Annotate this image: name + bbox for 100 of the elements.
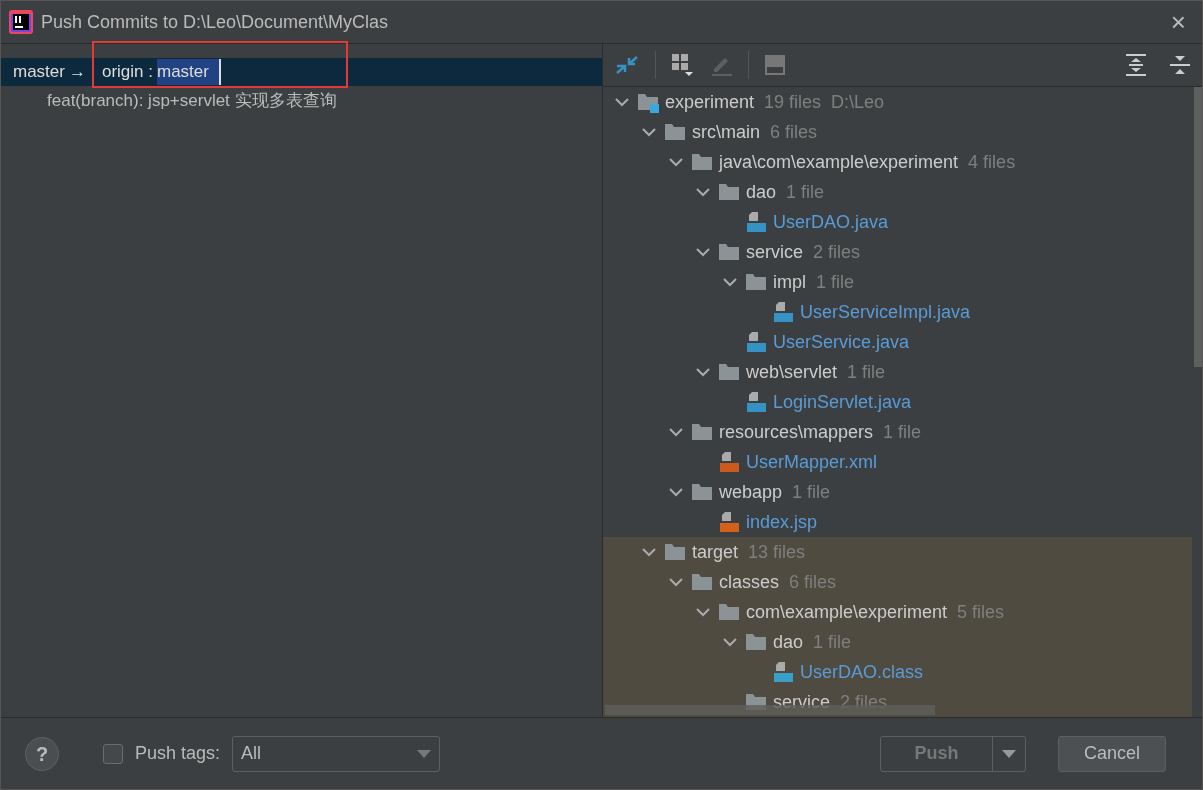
folder-name: java\com\example\experiment [719,150,959,174]
file-count: 6 files [770,120,818,144]
tree-row[interactable]: LoginServlet.java [603,387,1192,417]
file-count: 6 files [789,570,837,594]
chevron-icon[interactable] [669,157,683,167]
tree-row[interactable]: UserMapper.xml [603,447,1192,477]
window-title: Push Commits to D:\Leo\Document\MyClas [41,10,389,34]
close-button[interactable]: × [1162,9,1194,35]
file-count: 1 file [847,360,886,384]
file-count: 1 file [813,630,852,654]
folder-icon [718,361,740,383]
folder-name: com\example\experiment [746,600,948,624]
java-file-icon [745,331,767,353]
folder-icon [664,541,686,563]
folder-icon [691,151,713,173]
tags-dropdown[interactable]: All [232,735,441,772]
branch-input[interactable]: master [157,59,221,85]
vertical-scrollbar[interactable] [1194,87,1202,367]
push-tags-label: Push tags: [135,742,221,765]
chevron-icon[interactable] [696,607,710,617]
folder-name: classes [719,570,780,594]
folder-name: web\servlet [746,360,838,384]
tree-row[interactable]: service 2 files [603,237,1192,267]
chevron-icon[interactable] [642,127,656,137]
chevron-icon[interactable] [696,187,710,197]
collapse-all-icon[interactable] [1170,54,1190,76]
tree-row[interactable]: webapp 1 file [603,477,1192,507]
folder-name: resources\mappers [719,420,874,444]
file-count: 1 file [792,480,831,504]
chevron-icon[interactable] [696,247,710,257]
arrows-icon[interactable] [615,54,639,76]
class-file-icon [772,661,794,683]
file-count: 1 file [883,420,922,444]
file-count: 1 file [816,270,855,294]
chevron-icon[interactable] [669,577,683,587]
xml-file-icon [718,451,740,473]
checkbox[interactable] [103,743,123,764]
chevron-icon[interactable] [642,547,656,557]
folder-icon [691,481,713,503]
folder-name: webapp [719,480,783,504]
java-file-icon [745,211,767,233]
expand-all-icon[interactable] [1126,54,1146,76]
file-name: UserMapper.xml [746,450,878,474]
arrow-text: → [68,61,86,84]
window-icon[interactable] [765,55,785,75]
tree-row[interactable]: index.jsp [603,507,1192,537]
ignored-tree-row[interactable]: classes 6 files [603,567,1192,597]
tree-row[interactable]: UserDAO.java [603,207,1192,237]
file-name: UserService.java [773,330,910,354]
folder-name: impl [773,270,806,294]
tree-row[interactable]: resources\mappers 1 file [603,417,1192,447]
jsp-file-icon [718,511,740,533]
chevron-icon[interactable] [696,367,710,377]
folder-icon [718,181,740,203]
folder-name: dao [773,630,804,654]
java-file-icon [745,391,767,413]
app-logo-icon [9,10,33,34]
file-count: 1 file [786,180,825,204]
ignored-tree-row[interactable]: com\example\experiment 5 files [603,597,1192,627]
tree-row[interactable]: src\main 6 files [603,117,1192,147]
ignored-tree-row[interactable]: UserDAO.class [603,657,1192,687]
folder-icon [718,601,740,623]
folder-name: service [773,690,830,714]
tree-row[interactable]: impl 1 file [603,267,1192,297]
module-folder-icon [637,91,659,113]
chevron-icon[interactable] [669,427,683,437]
file-name: UserDAO.java [773,210,889,234]
grid-icon[interactable] [672,54,694,76]
folder-path: D:\Leo [831,90,885,114]
ignored-tree-row[interactable]: target 13 files [603,537,1192,567]
chevron-icon[interactable] [615,97,629,107]
caret-icon [417,749,432,758]
file-count: 13 files [748,540,806,564]
chevron-icon[interactable] [669,487,683,497]
help-button[interactable]: ? [25,736,59,771]
caret-icon[interactable] [1002,749,1016,758]
folder-icon [745,271,767,293]
cancel-button[interactable]: Cancel [1058,735,1166,772]
local-branch: master [13,61,65,84]
folder-name: service [746,240,803,264]
folder-icon [718,241,740,263]
tree-row[interactable]: dao 1 file [603,177,1192,207]
folder-name: dao [746,180,777,204]
file-count: 2 files [840,690,888,714]
tree-row[interactable]: experiment 19 files D:\Leo [603,87,1192,117]
chevron-icon[interactable] [723,637,737,647]
folder-icon [691,421,713,443]
tree-row[interactable]: UserServiceImpl.java [603,297,1192,327]
file-count: 19 files [764,90,822,114]
tree-row[interactable]: java\com\example\experiment 4 files [603,147,1192,177]
chevron-icon[interactable] [723,277,737,287]
tree-row[interactable]: web\servlet 1 file [603,357,1192,387]
commit-message[interactable]: feat(branch): jsp+servlet 实现多表查询 [1,86,602,116]
folder-name: experiment [665,90,755,114]
remote-label: origin : [101,61,153,84]
file-count: 5 files [957,600,1005,624]
branch-row[interactable]: master → origin : master [1,58,602,86]
ignored-tree-row[interactable]: dao 1 file [603,627,1192,657]
dropdown-value: All [241,742,263,765]
tree-row[interactable]: UserService.java [603,327,1192,357]
